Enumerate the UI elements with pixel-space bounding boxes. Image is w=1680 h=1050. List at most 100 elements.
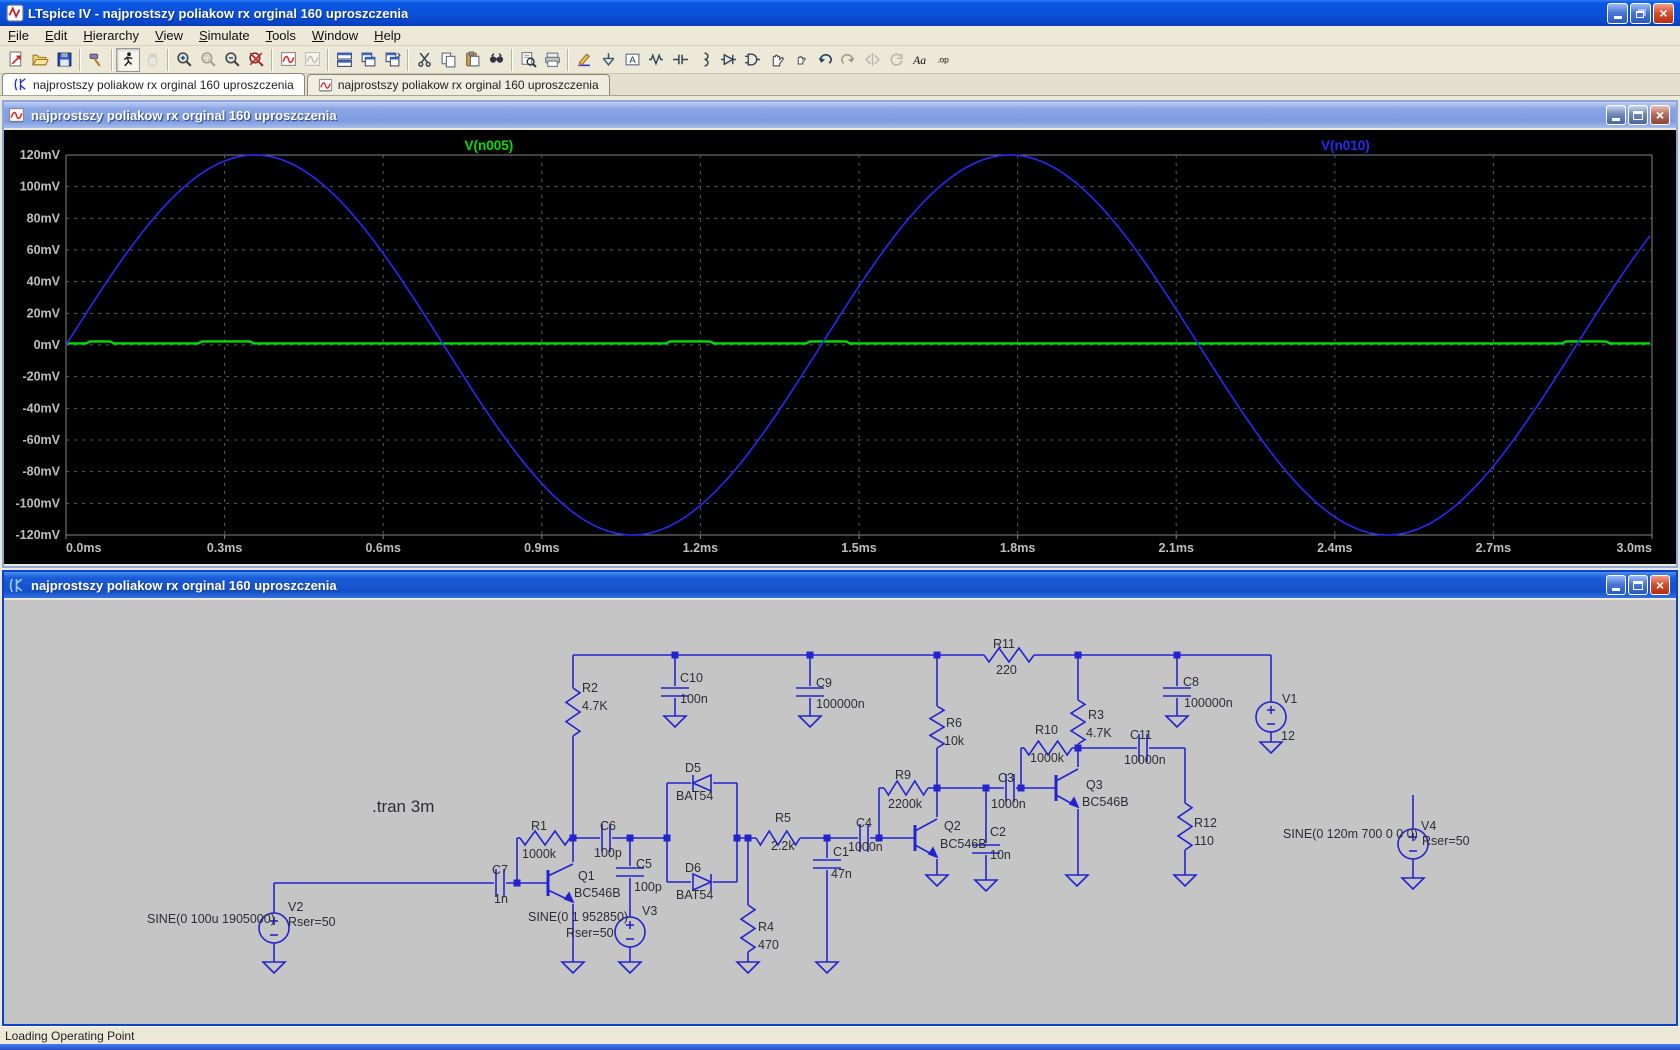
component-icon[interactable] [740,48,764,72]
schematic-label: BC546B [940,837,987,851]
waveform-icon [318,78,333,93]
schematic-canvas[interactable]: .tran 3mSINE(0 100u 1905000)V2Rser=50C71… [4,600,1676,1024]
schematic-label: R4 [758,920,774,934]
capacitor-icon[interactable] [668,48,692,72]
schematic-label: R5 [775,811,791,825]
trace-label-V(n010)[interactable]: V(n010) [1321,138,1370,153]
menu-item-hierarchy[interactable]: Hierarchy [75,26,147,45]
app-titlebar[interactable]: LTspice IV - najprostszy poliakow rx org… [0,0,1680,26]
schematic-label: 10000n [1124,753,1166,767]
tile-horizontal-icon[interactable] [332,48,356,72]
waveform-icon[interactable] [276,48,300,72]
schematic-label: 100n [680,692,708,706]
menu-item-simulate[interactable]: Simulate [191,26,258,45]
close-button[interactable]: × [1653,3,1674,24]
toolbar-separator [167,49,169,71]
arrange-windows-icon[interactable] [380,48,404,72]
schematic-label: 220 [996,663,1017,677]
schematic-label: 100000n [816,697,865,711]
waveform-plot-canvas[interactable]: -120mV-100mV-80mV-60mV-40mV-20mV0mV20mV4… [4,130,1676,564]
cascade-icon[interactable] [356,48,380,72]
save-icon[interactable] [52,48,76,72]
print-preview-icon[interactable] [516,48,540,72]
drag-icon[interactable] [788,48,812,72]
redo-icon [836,48,860,72]
svg-text:-80mV: -80mV [22,465,60,479]
resistor-icon[interactable] [644,48,668,72]
svg-text:60mV: 60mV [27,243,61,257]
schematic-label: 1000n [848,840,883,854]
tab-2[interactable]: najprostszy poliakow rx orginal 160 upro… [307,74,610,95]
tab-1-active[interactable]: najprostszy poliakow rx orginal 160 upro… [2,73,305,95]
menu-item-file[interactable]: File [0,26,37,45]
svg-text:-120mV: -120mV [16,528,61,542]
schematic-label: C5 [636,857,652,871]
trace-label-V(n005)[interactable]: V(n005) [465,138,514,153]
menu-item-window[interactable]: Window [304,26,366,45]
app-title: LTspice IV - najprostszy poliakow rx org… [28,6,1607,21]
waveform-close-button[interactable]: × [1650,105,1670,125]
schematic-label: 10n [990,848,1011,862]
run-icon[interactable] [116,48,140,72]
schematic-label: C2 [990,825,1006,839]
copy-icon[interactable] [436,48,460,72]
svg-text:1.5ms: 1.5ms [841,541,876,555]
control-panel-icon[interactable] [84,48,108,72]
toolbar-separator [511,49,513,71]
schematic-label: R6 [946,716,962,730]
wire-icon[interactable] [572,48,596,72]
plot-area: -120mV-100mV-80mV-60mV-40mV-20mV0mV20mV4… [16,138,1653,555]
schematic-label: R3 [1088,708,1104,722]
paste-icon[interactable] [460,48,484,72]
rotate-icon [884,48,908,72]
svg-text:80mV: 80mV [27,211,61,225]
mirror-icon [860,48,884,72]
schematic-window-titlebar[interactable]: najprostszy poliakow rx orginal 160 upro… [4,572,1676,598]
ground-icon[interactable] [596,48,620,72]
waveform-minimize-button[interactable] [1606,105,1626,125]
schematic-label: .tran 3m [372,797,434,816]
toolbar: A Aa.op [0,46,1680,74]
cut-icon[interactable] [412,48,436,72]
find-icon[interactable] [484,48,508,72]
new-schematic-icon[interactable] [4,48,28,72]
schematic-label: Rser=50 [1422,834,1470,848]
svg-text:-40mV: -40mV [22,401,60,415]
open-icon[interactable] [28,48,52,72]
menu-item-view[interactable]: View [147,26,191,45]
schematic-label: Q3 [1086,778,1103,792]
zoom-full-icon[interactable] [244,48,268,72]
waveform-maximize-button[interactable] [1628,105,1648,125]
text-tool-icon[interactable]: Aa [908,48,932,72]
schematic-label: C6 [600,819,616,833]
zoom-in-icon[interactable] [172,48,196,72]
svg-text:40mV: 40mV [27,275,61,289]
schematic-minimize-button[interactable] [1606,575,1626,595]
diode-icon[interactable] [716,48,740,72]
schematic-close-button[interactable]: × [1650,575,1670,595]
net-label-icon[interactable]: A [620,48,644,72]
schematic-label: BAT54 [676,789,713,803]
menu-item-tools[interactable]: Tools [258,26,304,45]
schematic-label: 10k [944,734,965,748]
schematic-maximize-button[interactable] [1628,575,1648,595]
schematic-drawing: .tran 3mSINE(0 100u 1905000)V2Rser=50C71… [147,637,1470,973]
move-icon[interactable] [764,48,788,72]
spice-directive-icon[interactable]: .op [932,48,956,72]
zoom-out-icon[interactable] [220,48,244,72]
schematic-label: C7 [492,863,508,877]
restore-button[interactable] [1630,3,1651,24]
minimize-button[interactable] [1607,3,1628,24]
waveform-window-titlebar[interactable]: najprostszy poliakow rx orginal 160 upro… [4,102,1676,128]
menu-item-help[interactable]: Help [366,26,409,45]
undo-icon[interactable] [812,48,836,72]
inductor-icon[interactable] [692,48,716,72]
menu-item-edit[interactable]: Edit [37,26,75,45]
toolbar-separator [79,49,81,71]
schematic-label: V1 [1282,692,1297,706]
schematic-label: 2.2k [771,839,795,853]
print-icon[interactable] [540,48,564,72]
schematic-label: 2200k [888,797,923,811]
waveform-icon [8,107,25,124]
toolbar-separator [111,49,113,71]
